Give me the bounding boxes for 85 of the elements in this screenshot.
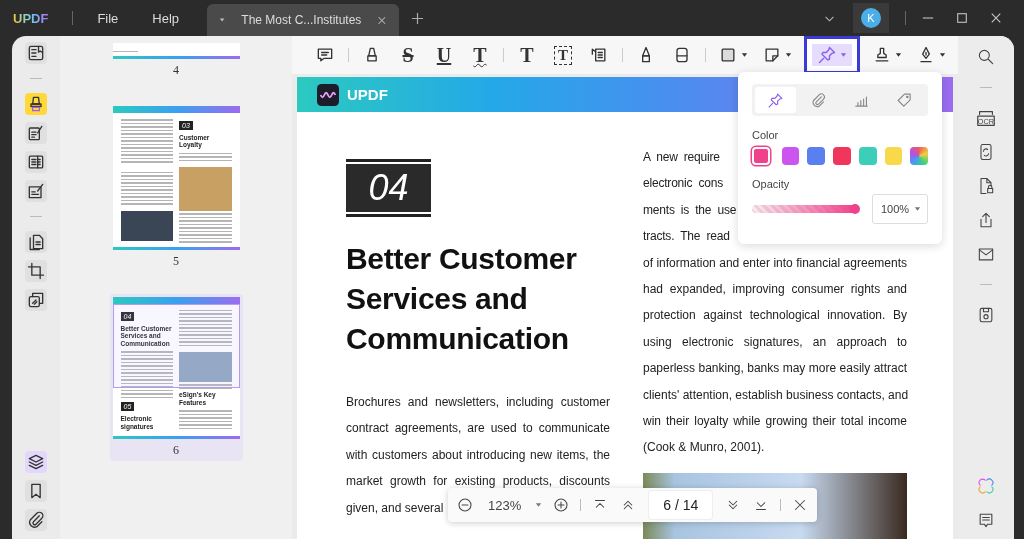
page-number: 6 (173, 443, 179, 459)
tag-icon (896, 91, 913, 109)
paperclip-tool[interactable] (25, 509, 47, 531)
photo-placeholder (179, 167, 232, 212)
text-markup-tool[interactable]: T (467, 42, 493, 68)
opacity-label: Opacity (752, 178, 791, 190)
body-text-line: Brochures and newsletters, including customer (346, 394, 610, 411)
section-heading: Communication (346, 321, 570, 357)
body-text-line: win their loyalty while growing their total income (643, 413, 907, 431)
document-tab[interactable]: The Most C...Institutes (207, 4, 400, 36)
body-text-line: of information and enter into financial agreements (643, 254, 907, 272)
zoom-out-icon[interactable] (456, 496, 474, 514)
body-text-line: protection against technological innovation. By (643, 307, 907, 325)
batch-icon (26, 290, 46, 310)
opacity-dropdown[interactable]: 100% (872, 194, 928, 224)
body-text-line: electronic cons (643, 175, 724, 193)
flower-icon (976, 476, 996, 496)
search-icon (976, 47, 996, 67)
body-text-line: with customers about introducing new items, the (346, 446, 610, 464)
edit-tool[interactable] (25, 122, 47, 144)
layers-icon (26, 452, 46, 472)
pin-icon (767, 91, 784, 109)
body-text-line: ments is the use (643, 201, 737, 219)
photo-placeholder (120, 210, 173, 241)
logo-icon (317, 83, 339, 106)
section-number: 04 (346, 159, 431, 217)
color-swatch[interactable] (807, 147, 826, 165)
paperclip-icon (26, 510, 46, 530)
bookmark-tool[interactable] (25, 480, 47, 502)
menu-item[interactable]: Help (152, 10, 180, 26)
body-text-line: using electronic signatures, an approach to (643, 333, 907, 351)
color-label: Color (752, 129, 780, 141)
paperclip-icon (810, 91, 827, 109)
pin-tab[interactable] (755, 87, 796, 113)
color-swatch[interactable] (833, 147, 851, 165)
section-heading: Better Customer (346, 241, 578, 277)
color-swatch[interactable] (781, 147, 800, 165)
photo-placeholder (179, 352, 232, 383)
text-markup-tool[interactable]: U (431, 42, 457, 68)
maximize-icon[interactable] (956, 12, 968, 24)
tab-title: The Most C...Institutes (241, 13, 362, 27)
color-swatch[interactable] (858, 147, 877, 165)
page-number-field[interactable]: 6 / 14 (649, 491, 713, 519)
close-icon[interactable] (990, 12, 1002, 24)
body-text-line: clients' attention, establish business contacts, and (643, 386, 907, 404)
text-markup-tool[interactable]: T (514, 42, 540, 68)
body-text-line: market growth for existing products, discounts (346, 473, 610, 491)
form-tool[interactable] (25, 151, 47, 173)
color-swatch[interactable] (884, 147, 903, 165)
highlighter-tool[interactable] (25, 93, 47, 115)
caret-icon (914, 206, 921, 212)
page-number: 4 (173, 63, 179, 78)
page-number: 5 (173, 253, 179, 269)
body-text-line: given, and several (346, 499, 444, 517)
caret-icon[interactable] (219, 17, 226, 23)
body-text-line: (Cook & Munro, 2001). (643, 439, 765, 457)
menu-item[interactable]: File (97, 10, 119, 26)
body-text-line: paperless banking, banks may more easily attract (643, 360, 907, 378)
layers-tool[interactable] (25, 451, 47, 473)
book-tool[interactable] (25, 42, 47, 64)
batch-tool[interactable] (25, 289, 47, 311)
body-text-line: contract agreements, are used to communicate (346, 420, 610, 438)
banner-logo-text: UPDF (347, 86, 388, 103)
body-text-line: tracts. The read (643, 228, 730, 246)
ocr-button[interactable]: OCR (975, 107, 997, 129)
body-text-line: had expanded, improving consumer rights and (643, 281, 907, 299)
color-swatch[interactable] (752, 147, 770, 165)
section-heading: Services and (346, 281, 529, 317)
color-swatch[interactable] (910, 147, 929, 165)
callout-icon (589, 45, 609, 65)
zoom-in-icon[interactable] (552, 496, 571, 514)
add-tab-icon[interactable] (411, 11, 425, 25)
sign-icon (26, 181, 46, 201)
sign-tool[interactable] (25, 180, 47, 202)
crop-tool[interactable] (25, 260, 47, 282)
text-markup-tool[interactable]: S (395, 42, 421, 68)
caret-icon[interactable] (535, 502, 543, 508)
crop-icon (26, 261, 46, 281)
page-thumbnail[interactable]: 4 (109, 40, 243, 81)
pin-icon (817, 45, 837, 65)
zoom-level[interactable]: 123% (488, 497, 522, 513)
pin-tool[interactable] (804, 36, 860, 74)
pages-tool[interactable] (25, 231, 47, 253)
body-text-line: A new require (643, 149, 720, 166)
book-icon (26, 43, 46, 63)
